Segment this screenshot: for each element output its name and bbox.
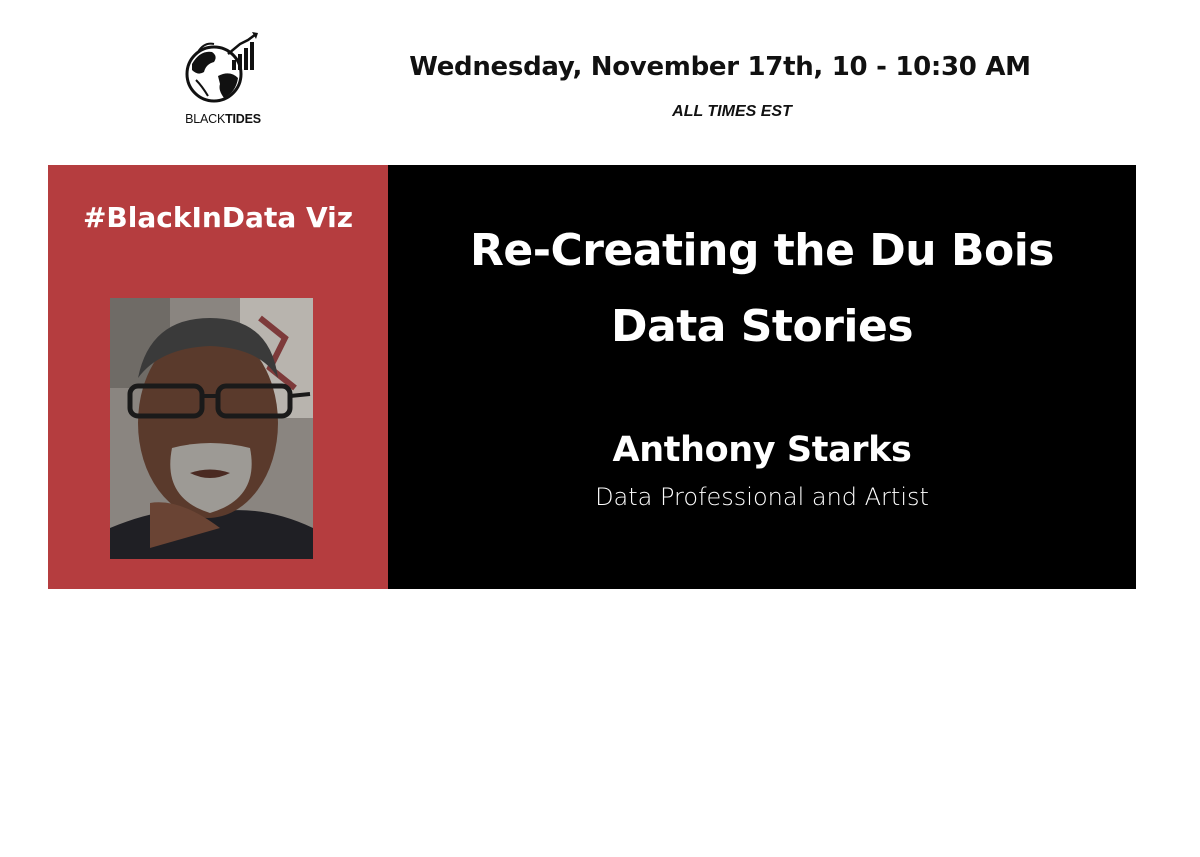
blacktides-logo: BLACKTIDES	[178, 30, 268, 130]
speaker-photo	[110, 298, 313, 559]
event-date: Wednesday, November 17th, 10 - 10:30 AM	[409, 52, 1031, 82]
globe-chart-icon	[185, 32, 258, 103]
speaker-role: Data Professional and Artist	[595, 483, 929, 511]
hashtag-label: #BlackInData Viz	[82, 201, 354, 234]
speaker-panel: #BlackInData Viz	[48, 165, 388, 589]
talk-panel: Re-Creating the Du Bois Data Stories Ant…	[388, 165, 1136, 589]
logo-wordmark: BLACKTIDES	[185, 112, 261, 126]
talk-title: Re-Creating the Du Bois Data Stories	[470, 225, 1054, 352]
speaker-name: Anthony Starks	[612, 430, 912, 470]
event-banner: #BlackInData Viz Re-Creating the Du Bois	[48, 165, 1136, 589]
time-zone-note: ALL TIMES EST	[672, 103, 792, 120]
